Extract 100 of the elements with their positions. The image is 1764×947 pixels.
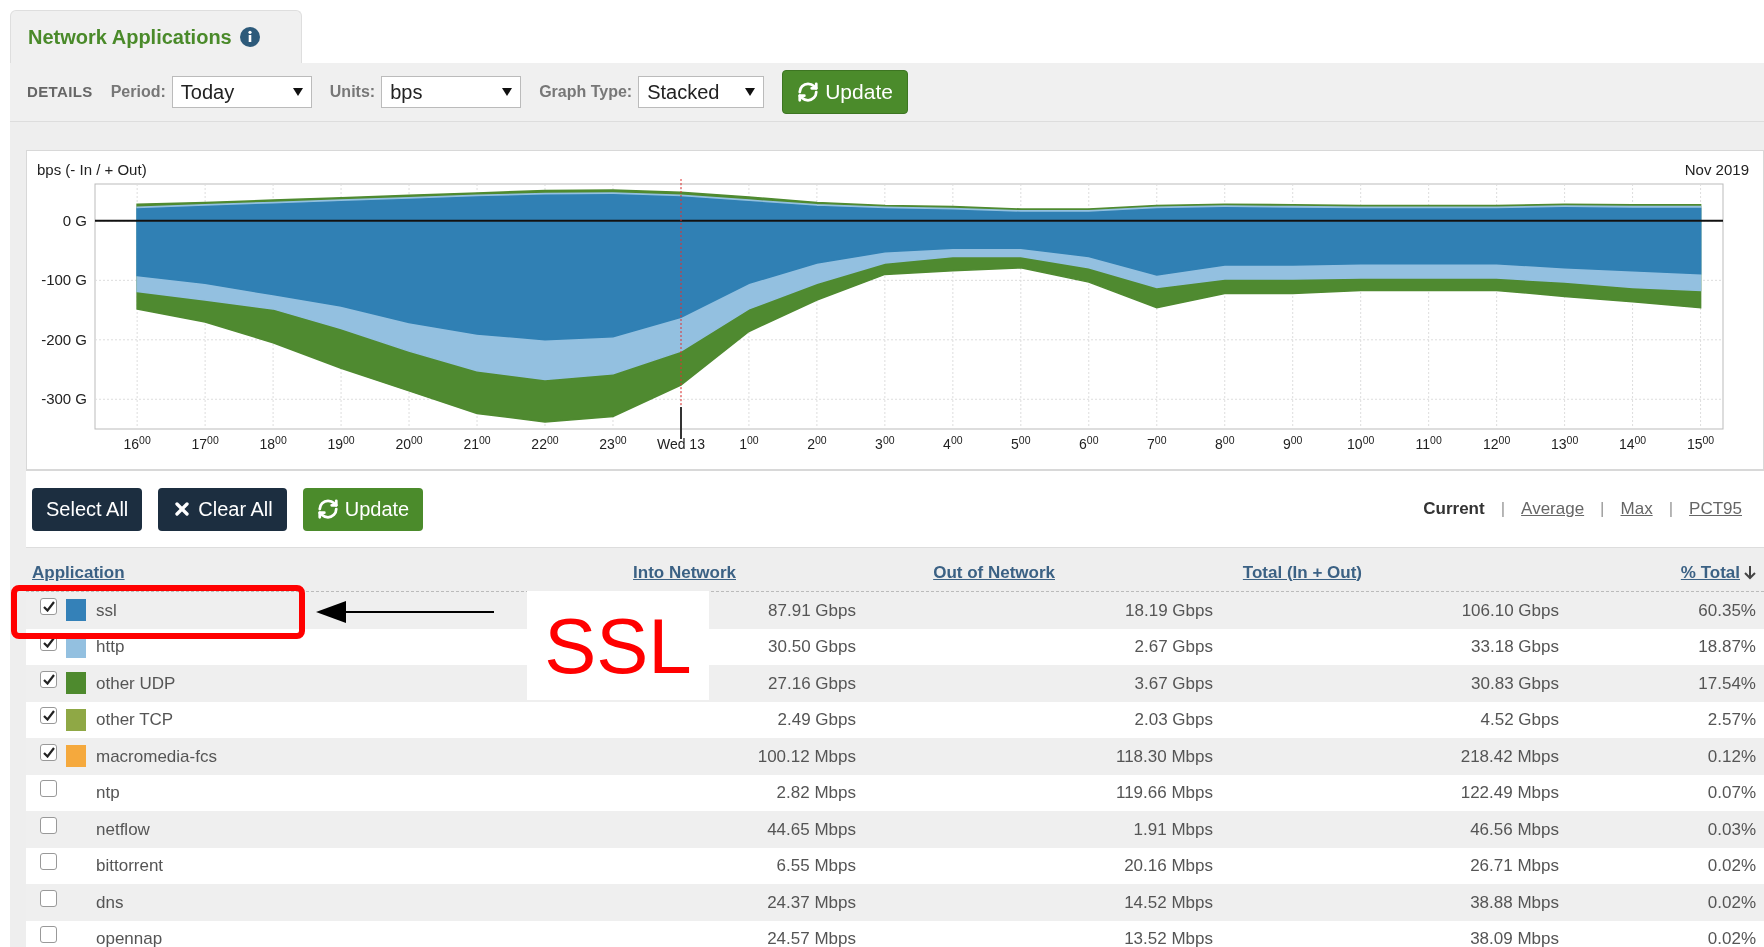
table-cell-text: opennap [96, 928, 163, 947]
axis-label: 11$^{00}$ [1415, 437, 1442, 451]
dropdown[interactable]: Today [171, 76, 312, 108]
column-header[interactable]: Into Network [633, 559, 736, 585]
table-cell-text: ntp [96, 782, 120, 804]
check-icon [42, 600, 55, 612]
table-cell-text: 60.35% [1697, 599, 1756, 622]
checkbox[interactable] [40, 853, 57, 871]
table-cell-text: 38.09 Mbps [1469, 928, 1559, 947]
checkbox[interactable] [40, 889, 57, 907]
checkbox[interactable] [40, 743, 57, 761]
table-cell-text: other TCP [96, 709, 174, 731]
separator: | [1500, 498, 1506, 521]
axis-label: 2$^{00}$ [807, 437, 827, 451]
table-cell-text: 18.87% [1697, 636, 1756, 658]
table-cell-text: 18.19 Gbps [1124, 599, 1213, 622]
table-cell-text: 13.52 Mbps [1123, 928, 1213, 947]
table-cell-text: 2.03 Gbps [1133, 709, 1213, 731]
checkbox[interactable] [40, 597, 57, 615]
table-cell-text: 6.55 Mbps [775, 855, 856, 877]
checkbox[interactable] [40, 670, 57, 688]
checkbox[interactable] [40, 816, 57, 834]
column-header[interactable]: % Total [1680, 559, 1756, 585]
axis-label: 6$^{00}$ [1079, 437, 1099, 451]
stat-mode-link[interactable]: PCT95 [1689, 496, 1742, 522]
table-cell-text: 122.49 Mbps [1459, 782, 1559, 804]
caret-icon [745, 88, 756, 96]
checkbox[interactable] [40, 780, 57, 798]
table-cell-text: 3.67 Gbps [1133, 672, 1213, 695]
table-cell-text: 2.49 Gbps [776, 709, 856, 731]
axis-label: 12$^{00}$ [1483, 437, 1511, 451]
table-cell-text: 0.12% [1706, 745, 1756, 768]
table-cell-text: 38.88 Mbps [1469, 891, 1559, 914]
update-button[interactable]: Update [302, 487, 424, 531]
table-cell-text: 218.42 Mbps [1459, 745, 1559, 768]
refresh-icon [316, 498, 339, 520]
axis-title: bps (- In / + Out) [37, 160, 147, 180]
table-cell-text: ssl [96, 599, 117, 622]
axis-label: 1$^{00}$ [739, 437, 759, 451]
field-label: Units: [329, 82, 376, 102]
table-cell-text: 87.91 Gbps [767, 599, 856, 622]
check-icon [42, 673, 55, 685]
stat-mode-link[interactable]: Current [1423, 496, 1485, 522]
table-row[interactable]: macromedia-fcs 100.12 Mbps 118.30 Mbps 218.42 Mbps 0.12% [26, 738, 1764, 775]
table-cell-text: 2.67 Gbps [1133, 636, 1213, 658]
caret-icon [292, 88, 303, 96]
table-row[interactable]: netflow 44.65 Mbps 1.91 Mbps 46.56 Mbps 0.03% [26, 811, 1764, 848]
dropdown[interactable]: Stacked [638, 76, 765, 108]
section-label: DETAILS [27, 81, 93, 102]
y-tick-label: -200 G [41, 330, 87, 348]
table-cell-text: 0.02% [1706, 891, 1756, 914]
separator: | [1600, 498, 1605, 521]
tab[interactable]: Network Applications [10, 10, 302, 63]
table-cell-text: 30.83 Gbps [1470, 672, 1559, 695]
stat-mode-link[interactable]: Max [1620, 496, 1653, 522]
axis-label: 17$^{00}$ [191, 437, 219, 451]
check-icon [42, 746, 55, 758]
update-button[interactable]: Update [782, 70, 908, 114]
separator: | [1668, 498, 1674, 521]
table-cell-text: bittorrent [96, 855, 164, 877]
table-cell-text: dns [96, 891, 124, 914]
table-cell-text: 17.54% [1697, 672, 1756, 695]
table-cell-text: 24.57 Mbps [766, 928, 856, 947]
info-icon[interactable] [239, 27, 260, 47]
axis-label: 4$^{00}$ [943, 437, 963, 451]
table-cell-text: 2.57% [1706, 709, 1756, 731]
checkbox[interactable] [40, 926, 57, 944]
table-cell-text: 0.07% [1706, 782, 1756, 804]
clear-all-button[interactable]: Clear All [158, 487, 287, 531]
table-cell-text: 1.91 Mbps [1132, 818, 1213, 841]
table-cell-text: macromedia-fcs [96, 745, 217, 768]
checkbox[interactable] [40, 707, 57, 725]
column-header[interactable]: Total (In + Out) [1242, 559, 1362, 585]
table-cell-text: 118.30 Mbps [1114, 745, 1213, 768]
axis-label: 21$^{00}$ [463, 437, 491, 451]
table-cell-text: 46.56 Mbps [1469, 818, 1559, 841]
sort-down-icon [1744, 564, 1756, 580]
stat-mode-link[interactable]: Average [1521, 496, 1585, 522]
table-cell-text: 106.10 Gbps [1460, 599, 1559, 622]
axis-label: 19$^{00}$ [327, 437, 355, 451]
axis-label: 15$^{00}$ [1686, 437, 1715, 451]
select-all-button[interactable]: Select All [32, 487, 143, 531]
check-icon [42, 637, 55, 649]
table-cell-text: 30.50 Gbps [767, 636, 856, 658]
axis-label: 9$^{00}$ [1282, 437, 1303, 451]
column-header[interactable]: Application [32, 559, 125, 585]
refresh-icon [797, 81, 820, 103]
table-cell-text: netflow [96, 818, 150, 841]
axis-label: 23$^{00}$ [599, 437, 627, 451]
axis-label: 20$^{00}$ [395, 437, 423, 451]
dropdown[interactable]: bps [381, 76, 522, 108]
axis-label: 22$^{00}$ [531, 437, 559, 451]
table-row[interactable]: dns 24.37 Mbps 14.52 Mbps 38.88 Mbps 0.02% [26, 884, 1764, 921]
table-cell-text: 20.16 Mbps [1123, 855, 1213, 877]
axis-label: 16$^{00}$ [123, 437, 151, 451]
table-cell-text: 119.66 Mbps [1114, 782, 1213, 804]
column-header[interactable]: Out of Network [933, 559, 1055, 585]
table-cell-text: 0.03% [1706, 818, 1756, 841]
axis-label: 13$^{00}$ [1551, 437, 1579, 451]
table-cell-text: http [96, 636, 125, 658]
